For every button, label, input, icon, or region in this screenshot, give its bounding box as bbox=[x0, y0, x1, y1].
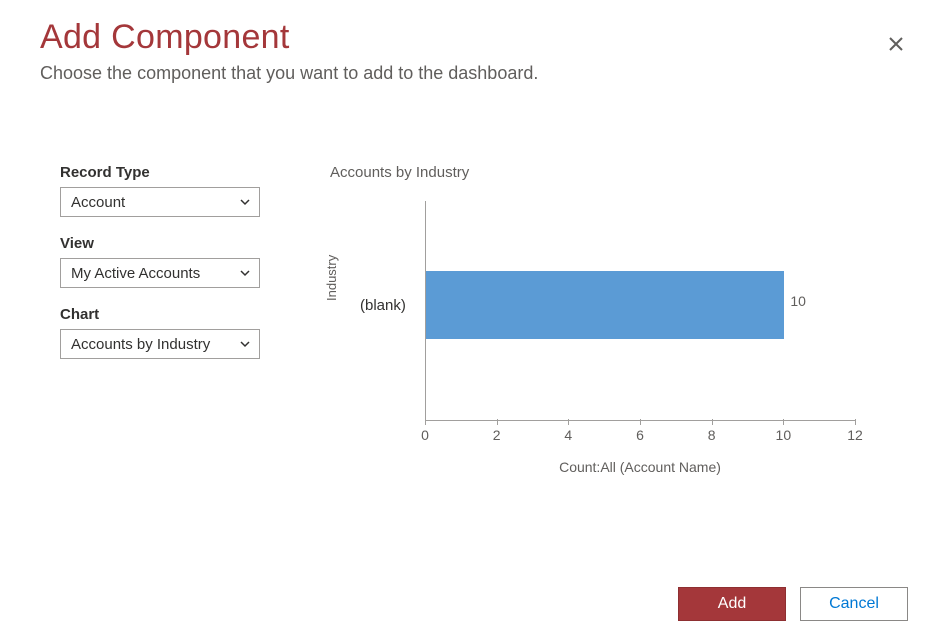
x-tick-label: 4 bbox=[564, 427, 572, 443]
x-tick-label: 8 bbox=[708, 427, 716, 443]
chevron-down-icon bbox=[239, 338, 251, 350]
close-button[interactable] bbox=[884, 30, 908, 60]
x-tick-label: 0 bbox=[421, 427, 429, 443]
x-tick-mark bbox=[568, 419, 569, 425]
x-axis-label: Count:All (Account Name) bbox=[425, 459, 855, 475]
x-tick-label: 6 bbox=[636, 427, 644, 443]
dialog-title: Add Component bbox=[40, 18, 908, 57]
category-label: (blank) bbox=[360, 297, 406, 314]
add-component-dialog: Add Component Choose the component that … bbox=[0, 0, 948, 633]
x-tick-mark bbox=[855, 419, 856, 425]
chart-area: Industry (blank) 10 024681012 Count:All … bbox=[330, 201, 908, 491]
chart-preview: Accounts by Industry Industry (blank) 10… bbox=[320, 164, 908, 491]
y-axis-label: Industry bbox=[324, 255, 339, 301]
plot-area: 10 bbox=[425, 201, 855, 421]
view-group: View My Active Accounts bbox=[60, 235, 280, 288]
x-tick-label: 2 bbox=[493, 427, 501, 443]
x-tick-mark bbox=[712, 419, 713, 425]
view-label: View bbox=[60, 235, 280, 252]
dialog-footer: Add Cancel bbox=[678, 587, 908, 621]
x-tick-label: 12 bbox=[847, 427, 863, 443]
chart-value: Accounts by Industry bbox=[71, 336, 210, 353]
x-tick-mark bbox=[425, 419, 426, 425]
chart-title: Accounts by Industry bbox=[330, 164, 908, 181]
chart-label: Chart bbox=[60, 306, 280, 323]
dialog-subtitle: Choose the component that you want to ad… bbox=[40, 63, 908, 84]
view-select[interactable]: My Active Accounts bbox=[60, 258, 260, 288]
dialog-body: Record Type Account View My Active Accou… bbox=[0, 84, 948, 491]
x-tick-mark bbox=[783, 419, 784, 425]
chart-group: Chart Accounts by Industry bbox=[60, 306, 280, 359]
chevron-down-icon bbox=[239, 267, 251, 279]
x-tick-mark bbox=[640, 419, 641, 425]
view-value: My Active Accounts bbox=[71, 265, 200, 282]
chevron-down-icon bbox=[239, 196, 251, 208]
record-type-group: Record Type Account bbox=[60, 164, 280, 217]
dialog-header: Add Component Choose the component that … bbox=[0, 0, 948, 84]
close-icon bbox=[888, 32, 904, 57]
record-type-value: Account bbox=[71, 194, 125, 211]
add-button[interactable]: Add bbox=[678, 587, 786, 621]
x-ticks: 024681012 bbox=[425, 421, 855, 451]
record-type-select[interactable]: Account bbox=[60, 187, 260, 217]
form-panel: Record Type Account View My Active Accou… bbox=[60, 164, 280, 491]
bar bbox=[426, 271, 784, 339]
chart-select[interactable]: Accounts by Industry bbox=[60, 329, 260, 359]
x-tick-label: 10 bbox=[776, 427, 792, 443]
bar-value-label: 10 bbox=[790, 293, 806, 309]
record-type-label: Record Type bbox=[60, 164, 280, 181]
x-tick-mark bbox=[497, 419, 498, 425]
cancel-button[interactable]: Cancel bbox=[800, 587, 908, 621]
